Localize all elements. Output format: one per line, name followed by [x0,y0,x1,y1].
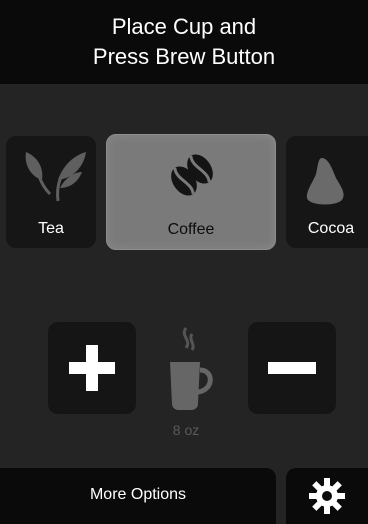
instruction-line-2: Press Brew Button [92,44,276,69]
more-options-button[interactable]: More Options [0,468,276,524]
leaf-icon [25,152,86,202]
cup-size-display: 8 oz [156,322,216,442]
increase-size-button[interactable] [48,322,136,414]
beverage-tea-label: Tea [38,220,64,237]
cup-size-label: 8 oz [172,422,200,438]
instruction-header: Place Cup and Press Brew Button [0,0,368,84]
gear-icon [309,478,345,514]
beverage-tea-button[interactable]: Tea [6,136,96,248]
instruction-line-1: Place Cup and [111,14,257,39]
minus-icon [268,362,316,374]
beverage-cocoa-button[interactable]: Cocoa [286,136,368,248]
settings-button[interactable] [286,468,368,524]
plus-icon [69,345,115,391]
cup-icon [170,327,213,410]
decrease-size-button[interactable] [248,322,336,414]
cocoa-icon [306,158,344,205]
beverage-coffee-label: Coffee [167,221,215,238]
more-options-label: More Options [89,486,187,503]
beverage-coffee-button[interactable]: Coffee [106,134,276,250]
brewer-screen: Place Cup and Press Brew Button Tea Coff… [0,0,368,524]
beverage-cocoa-label: Cocoa [307,220,355,237]
coffee-beans-icon [171,154,213,196]
